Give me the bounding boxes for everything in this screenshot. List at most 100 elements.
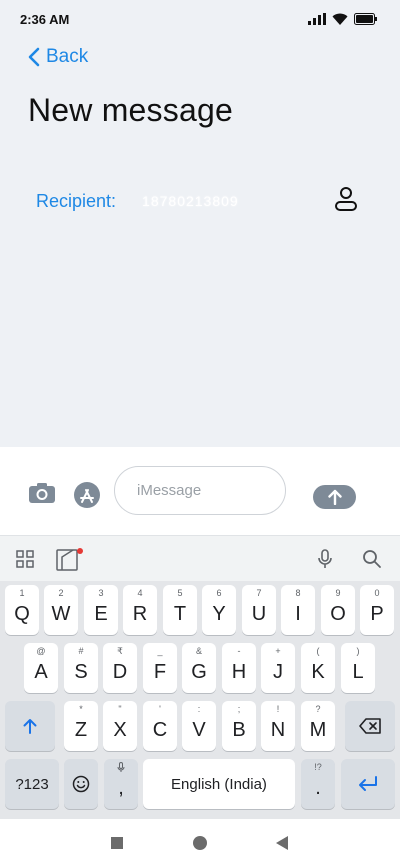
key-label: P xyxy=(370,602,384,625)
apps-button[interactable] xyxy=(16,550,34,573)
key-label: R xyxy=(132,602,148,625)
key-g[interactable]: & G xyxy=(182,643,216,693)
key-h[interactable]: -H xyxy=(222,643,256,693)
sticker-button[interactable] xyxy=(56,547,84,576)
key-hint: ) xyxy=(356,646,360,656)
arrow-up-icon xyxy=(327,489,342,505)
symbols-label: ?123 xyxy=(15,775,49,793)
key-hint: ; xyxy=(237,704,241,714)
space-key[interactable]: English (India) xyxy=(143,759,295,809)
triangle-back-icon xyxy=(276,836,288,850)
symbols-key[interactable]: ?123 xyxy=(5,759,59,809)
key-p[interactable]: 0P xyxy=(360,585,394,635)
key-e[interactable]: 3E xyxy=(84,585,118,635)
key-label: A xyxy=(34,660,48,683)
key-hint: ? xyxy=(315,704,321,714)
key-k[interactable]: (K xyxy=(301,643,335,693)
grid-icon xyxy=(16,550,34,568)
emoji-key[interactable] xyxy=(64,759,98,809)
camera-icon xyxy=(29,483,55,503)
app-store-button[interactable] xyxy=(73,481,101,514)
key-q[interactable]: 1Q xyxy=(5,585,39,635)
mic-hint-icon xyxy=(104,762,138,774)
app-store-icon xyxy=(74,482,100,508)
wifi-icon xyxy=(332,13,348,25)
key-i[interactable]: 8I xyxy=(281,585,315,635)
recipient-input[interactable]: 18780213809 xyxy=(142,193,239,209)
key-hint: 3 xyxy=(98,588,104,598)
backspace-icon xyxy=(359,718,381,734)
system-back-button[interactable] xyxy=(275,835,289,856)
key-hint: ' xyxy=(159,704,161,714)
key-hint: 2 xyxy=(58,588,64,598)
message-input[interactable]: iMessage xyxy=(114,466,286,515)
key-z[interactable]: * Z xyxy=(64,701,98,751)
key-label: U xyxy=(251,602,267,625)
backspace-key[interactable] xyxy=(345,701,395,751)
key-a[interactable]: @ A xyxy=(24,643,58,693)
key-r[interactable]: 4R xyxy=(123,585,157,635)
key-label: F xyxy=(153,660,167,683)
period-key[interactable]: !? . xyxy=(301,759,335,809)
key-x[interactable]: " X xyxy=(103,701,137,751)
key-y[interactable]: 6Y xyxy=(202,585,236,635)
key-n[interactable]: ! N xyxy=(261,701,295,751)
camera-button[interactable] xyxy=(28,482,56,509)
key-v[interactable]: :V xyxy=(182,701,216,751)
shift-icon xyxy=(23,719,37,734)
key-hint: ! xyxy=(276,704,280,714)
comma-key[interactable]: , xyxy=(104,759,138,809)
key-hint: 0 xyxy=(374,588,380,598)
key-t[interactable]: 5T xyxy=(163,585,197,635)
key-l[interactable]: ) L xyxy=(341,643,375,693)
navigation-bar xyxy=(0,819,400,866)
keyboard-search-button[interactable] xyxy=(362,549,382,574)
home-button[interactable] xyxy=(193,836,207,850)
key-label: B xyxy=(232,718,246,741)
key-hint: _ xyxy=(157,646,163,656)
message-composer: iMessage xyxy=(0,447,400,535)
key-hint: 9 xyxy=(335,588,341,598)
recents-button[interactable] xyxy=(111,837,123,849)
key-w[interactable]: 2W xyxy=(44,585,78,635)
status-icons xyxy=(308,13,378,25)
key-label: Q xyxy=(14,602,30,625)
status-time: 2:36 AM xyxy=(20,11,70,27)
key-label: I xyxy=(295,602,301,625)
voice-input-button[interactable] xyxy=(317,549,333,574)
key-m[interactable]: ? M xyxy=(301,701,335,751)
key-label: W xyxy=(51,602,71,625)
enter-icon xyxy=(359,776,377,791)
key-d[interactable]: ₹ D xyxy=(103,643,137,693)
key-label: J xyxy=(273,660,283,683)
key-hint: + xyxy=(275,646,281,656)
key-c[interactable]: ' C xyxy=(143,701,177,751)
comma-label: , xyxy=(118,776,124,799)
key-hint: * xyxy=(79,704,83,714)
key-b[interactable]: ; B xyxy=(222,701,256,751)
back-button[interactable]: Back xyxy=(28,46,88,68)
key-s[interactable]: # S xyxy=(64,643,98,693)
shift-key[interactable] xyxy=(5,701,55,751)
key-o[interactable]: 9O xyxy=(321,585,355,635)
key-hint: @ xyxy=(36,646,46,656)
add-contact-button[interactable] xyxy=(334,186,358,217)
key-hint: 6 xyxy=(216,588,222,598)
key-label: K xyxy=(311,660,325,683)
key-j[interactable]: + J xyxy=(261,643,295,693)
enter-key[interactable] xyxy=(341,759,395,809)
key-label: E xyxy=(94,602,108,625)
send-button[interactable] xyxy=(313,485,356,509)
key-u[interactable]: 7U xyxy=(242,585,276,635)
key-f[interactable]: _ F xyxy=(143,643,177,693)
person-icon xyxy=(335,187,357,211)
key-hint: : xyxy=(197,704,201,714)
key-hint: ( xyxy=(316,646,320,656)
microphone-icon xyxy=(318,549,332,568)
signal-icon xyxy=(308,13,326,25)
key-label: X xyxy=(113,718,127,741)
status-bar: 2:36 AM xyxy=(0,0,400,38)
key-label: N xyxy=(270,718,286,741)
key-hint: ₹ xyxy=(117,646,123,656)
chevron-left-icon xyxy=(28,47,40,67)
